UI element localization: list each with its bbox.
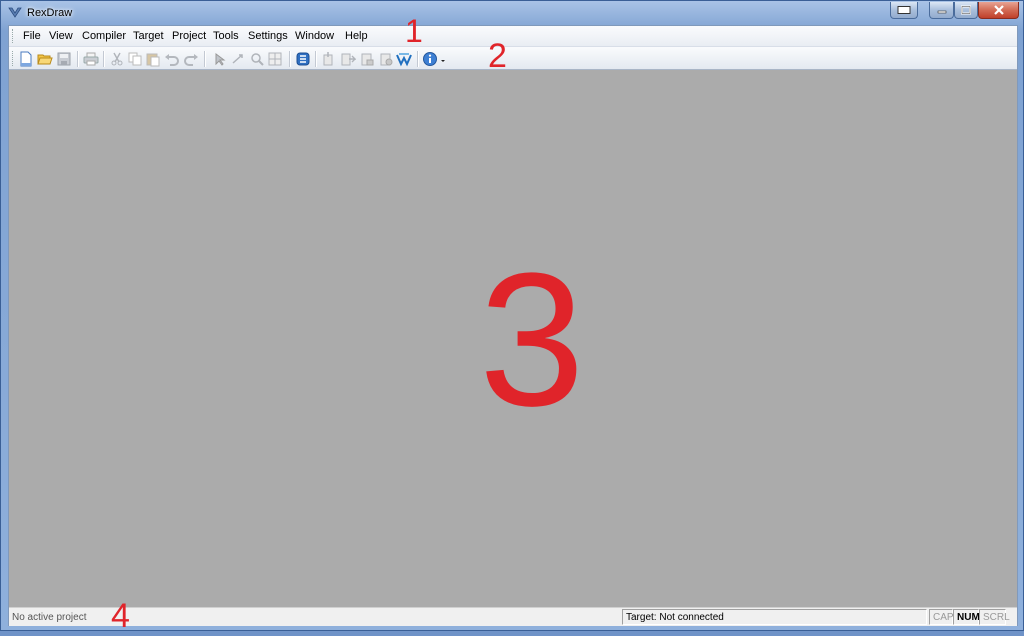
menu-settings[interactable]: Settings bbox=[248, 30, 288, 42]
info-icon[interactable] bbox=[422, 51, 438, 67]
zoom-icon[interactable] bbox=[249, 51, 265, 67]
watch-icon[interactable] bbox=[396, 51, 412, 67]
status-cap-indicator: CAP bbox=[929, 609, 954, 625]
status-target-pane: Target: Not connected bbox=[622, 609, 927, 625]
connect-icon[interactable] bbox=[230, 51, 246, 67]
app-window: RexDraw File View Compiler Target Projec… bbox=[0, 0, 1024, 635]
menu-target[interactable]: Target bbox=[133, 30, 164, 42]
minimize-button[interactable] bbox=[929, 2, 954, 19]
callout-2: 2 bbox=[488, 37, 507, 75]
toolbar-separator bbox=[315, 51, 317, 67]
download-icon[interactable] bbox=[340, 51, 356, 67]
lock-icon[interactable] bbox=[359, 51, 375, 67]
minimize-icon bbox=[937, 10, 946, 14]
compile-icon[interactable] bbox=[295, 51, 311, 67]
close-icon bbox=[993, 5, 1004, 15]
window-extra-icon bbox=[897, 6, 911, 14]
window-extra-button[interactable] bbox=[890, 2, 918, 19]
maximize-button[interactable] bbox=[954, 2, 978, 19]
toolbar bbox=[9, 46, 1017, 70]
print-icon[interactable] bbox=[83, 51, 99, 67]
callout-3: 3 bbox=[479, 234, 585, 446]
toolbar-separator bbox=[204, 51, 206, 67]
new-icon[interactable] bbox=[18, 51, 34, 67]
open-icon[interactable] bbox=[37, 51, 53, 67]
status-bar: No active project Target: Not connected … bbox=[9, 607, 1017, 626]
toolbar-separator bbox=[103, 51, 105, 67]
menu-view[interactable]: View bbox=[49, 30, 73, 42]
dropdown-arrow-icon[interactable] bbox=[438, 51, 454, 67]
toolbar-separator bbox=[417, 51, 419, 67]
copy-icon[interactable] bbox=[127, 51, 143, 67]
menu-help[interactable]: Help bbox=[345, 30, 368, 42]
title-bar[interactable]: RexDraw bbox=[1, 1, 1023, 25]
menu-bar: File View Compiler Target Project Tools … bbox=[9, 26, 1017, 46]
menu-grip[interactable] bbox=[12, 29, 15, 43]
toolbar-separator bbox=[77, 51, 79, 67]
maximize-icon bbox=[961, 5, 971, 15]
close-button[interactable] bbox=[978, 2, 1019, 19]
toolbar-separator bbox=[289, 51, 291, 67]
app-icon[interactable] bbox=[8, 6, 22, 19]
menu-file[interactable]: File bbox=[23, 30, 41, 42]
menu-project[interactable]: Project bbox=[172, 30, 206, 42]
window-title: RexDraw bbox=[27, 7, 73, 19]
toolbar-grip[interactable] bbox=[12, 51, 15, 66]
menu-tools[interactable]: Tools bbox=[213, 30, 239, 42]
upload-icon[interactable] bbox=[321, 51, 337, 67]
paste-icon[interactable] bbox=[145, 51, 161, 67]
undo-icon[interactable] bbox=[164, 51, 180, 67]
grid-icon[interactable] bbox=[267, 51, 283, 67]
redo-icon[interactable] bbox=[183, 51, 199, 67]
stop-icon[interactable] bbox=[378, 51, 394, 67]
status-scrl-indicator: SCRL bbox=[979, 609, 1010, 625]
cut-icon[interactable] bbox=[109, 51, 125, 67]
status-project-text: No active project bbox=[12, 612, 87, 623]
callout-4: 4 bbox=[111, 597, 130, 635]
callout-1: 1 bbox=[405, 13, 423, 49]
pointer-icon[interactable] bbox=[211, 51, 227, 67]
menu-window[interactable]: Window bbox=[295, 30, 334, 42]
save-icon[interactable] bbox=[56, 51, 72, 67]
status-num-indicator: NUM bbox=[953, 609, 980, 625]
menu-compiler[interactable]: Compiler bbox=[82, 30, 126, 42]
